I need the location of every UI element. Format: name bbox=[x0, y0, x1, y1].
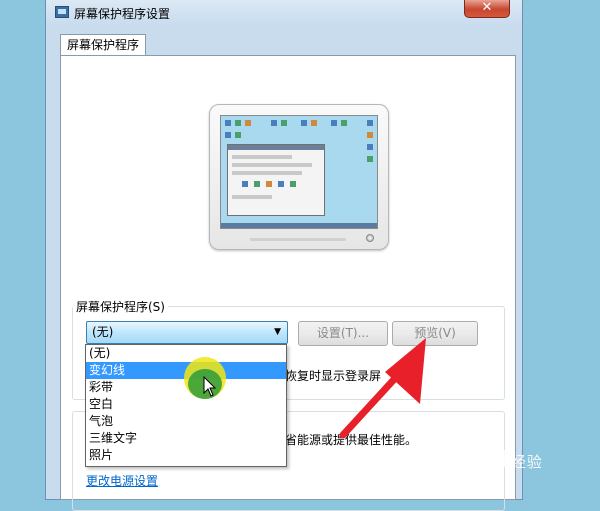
chevron-down-icon: ▼ bbox=[274, 327, 281, 337]
dropdown-option[interactable]: 三维文字 bbox=[86, 430, 286, 447]
window-title: 屏幕保护程序设置 bbox=[74, 7, 171, 21]
watermark: Baid经验 bbox=[452, 448, 543, 473]
dropdown-option[interactable]: 照片 bbox=[86, 447, 286, 464]
change-power-settings-link[interactable]: 更改电源设置 bbox=[86, 472, 158, 489]
dropdown-option[interactable]: (无) bbox=[86, 345, 286, 362]
power-led-icon bbox=[366, 234, 374, 242]
dropdown-option[interactable]: 空白 bbox=[86, 396, 286, 413]
monitor-preview bbox=[209, 104, 389, 250]
preview-button[interactable]: 预览(V) bbox=[392, 321, 478, 346]
mouse-pointer-icon bbox=[203, 376, 217, 397]
preview-screen bbox=[220, 115, 378, 229]
select-value: (无) bbox=[92, 325, 114, 339]
settings-button[interactable]: 设置(T)... bbox=[298, 321, 388, 346]
watermark-brand: Baid bbox=[452, 448, 511, 473]
close-button[interactable]: ✕ bbox=[464, 0, 510, 18]
tab-screensaver[interactable]: 屏幕保护程序 bbox=[60, 34, 146, 56]
monitor-app-icon bbox=[55, 6, 69, 18]
screensaver-select[interactable]: (无) ▼ bbox=[86, 321, 288, 344]
login-screen-checkbox-label: 恢复时显示登录屏 bbox=[285, 369, 382, 383]
screensaver-group-label: 屏幕保护程序(S) bbox=[73, 298, 168, 315]
power-description: 省能源或提供最佳性能。 bbox=[285, 433, 418, 447]
title-bar[interactable]: 屏幕保护程序设置 ✕ bbox=[46, 0, 522, 26]
watermark-suffix: 经验 bbox=[510, 453, 543, 471]
screensaver-dropdown-list: (无) 变幻线 彩带 空白 气泡 三维文字 照片 bbox=[85, 344, 287, 467]
dropdown-option[interactable]: 气泡 bbox=[86, 413, 286, 430]
